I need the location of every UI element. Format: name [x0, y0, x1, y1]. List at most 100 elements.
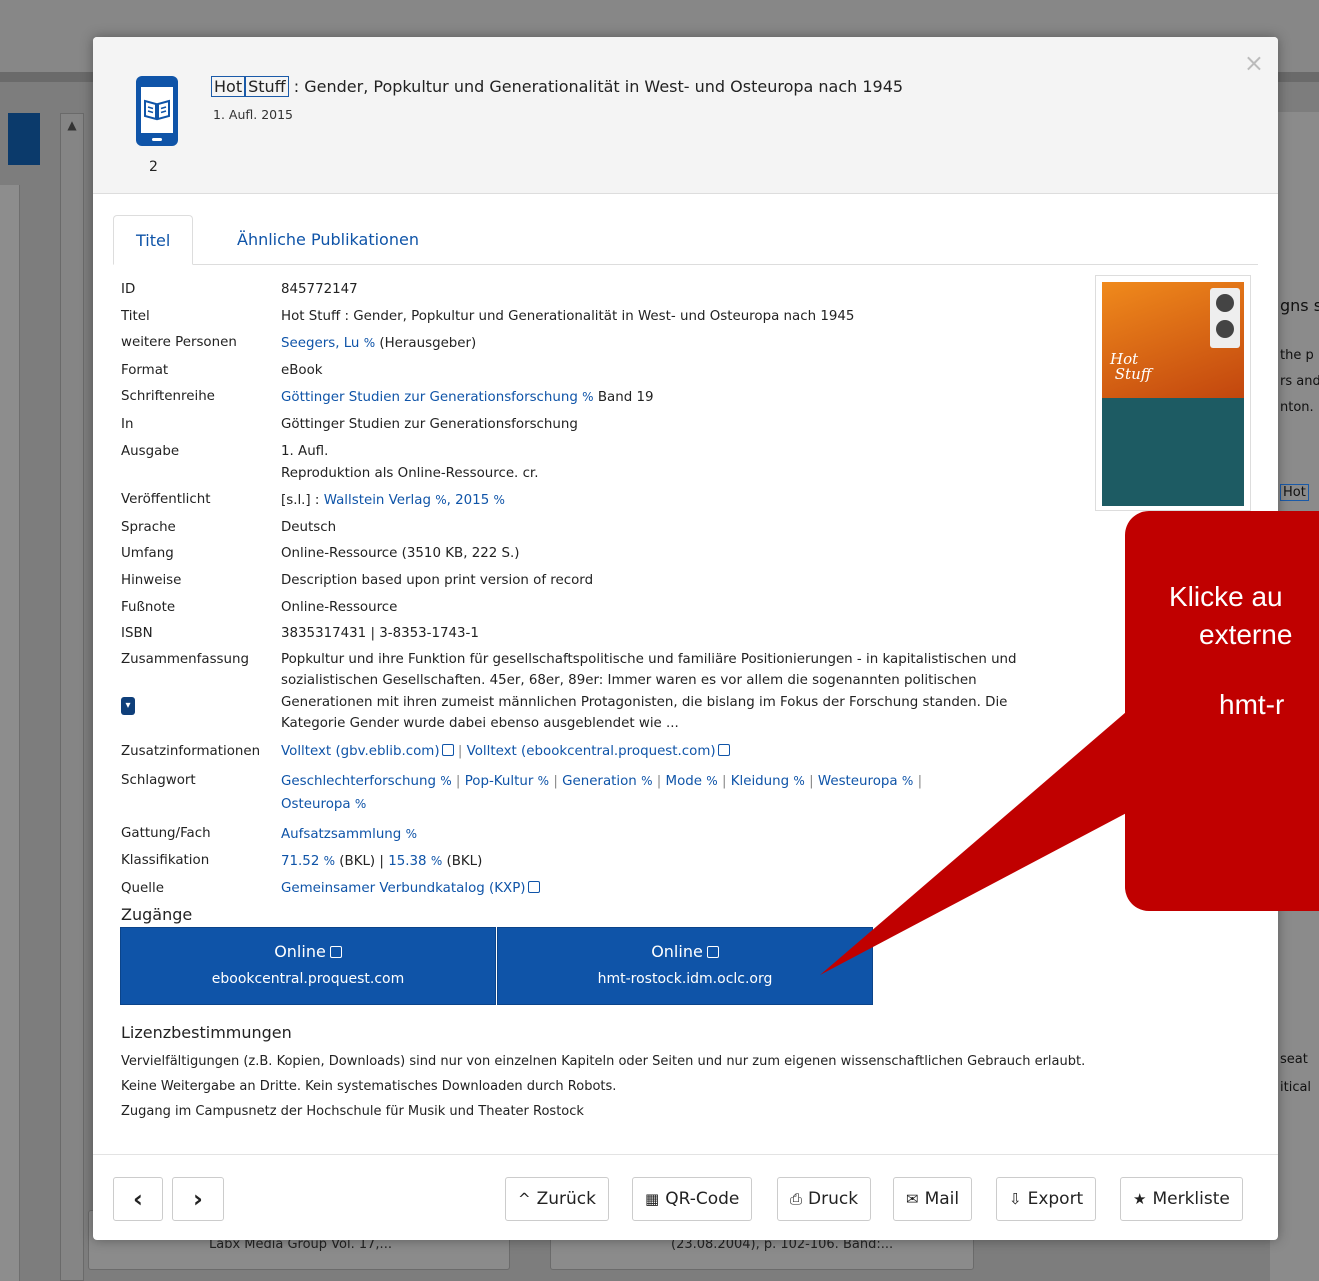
publisher-link[interactable]: Wallstein Verlag [324, 493, 431, 508]
callout-text: externe [1199, 619, 1293, 650]
subject-link[interactable]: Geschlechterforschung [281, 774, 436, 789]
subject-link[interactable]: Kleidung [731, 774, 789, 789]
chevron-up-icon: ^ [518, 1190, 531, 1208]
button-label: Druck [808, 1189, 859, 1209]
field-label: Umfang [121, 546, 174, 562]
book-cover[interactable]: Hot Stuff [1095, 275, 1251, 511]
title-highlight: Hot [211, 76, 246, 97]
field-row: Umfang Online-Ressource (3510 KB, 222 S.) [121, 545, 1081, 563]
external-link-icon [717, 744, 730, 757]
link-icon[interactable]: % [793, 774, 804, 788]
tab-titel[interactable]: Titel [113, 215, 194, 265]
license-text: Vervielfältigungen (z.B. Kopien, Downloa… [121, 1049, 1241, 1124]
speaker-illustration [1210, 288, 1240, 348]
link-icon[interactable]: % [406, 827, 417, 841]
field-value: eBook [281, 362, 323, 378]
field-label: Schlagwort [121, 772, 196, 788]
link-icon[interactable]: % [706, 774, 717, 788]
field-row: Zusatzinformationen Volltext (gbv.eblib.c… [121, 743, 1081, 761]
previous-record-button[interactable]: ‹ [113, 1177, 163, 1221]
expand-summary-button[interactable]: ▾ [121, 697, 135, 715]
source-link[interactable]: Gemeinsamer Verbundkatalog (KXP) [281, 881, 526, 896]
field-value: Description based upon print version of … [281, 572, 594, 588]
field-label: Gattung/Fach [121, 825, 211, 841]
close-icon[interactable]: × [1244, 49, 1264, 77]
export-button[interactable]: ⇩ Export [996, 1177, 1097, 1221]
link-icon[interactable]: % [440, 774, 451, 788]
record-fields: ID 845772147 Titel Hot Stuff : Gender, Pop… [121, 281, 1081, 906]
field-label: Zusatzinformationen [121, 744, 261, 760]
field-label: Zusammenfassung [121, 651, 250, 667]
background-text: gns s [1280, 296, 1319, 315]
button-label: Export [1027, 1189, 1084, 1209]
background-text: itical [1280, 1080, 1312, 1095]
classification-link[interactable]: 71.52 [281, 854, 319, 869]
license-line: Zugang im Campusnetz der Hochschule für … [121, 1104, 584, 1119]
merkliste-button[interactable]: ★ Merkliste [1120, 1177, 1243, 1221]
instruction-callout: Klicke au externe hmt-r [1125, 511, 1319, 911]
star-icon: ★ [1133, 1190, 1147, 1208]
background-sidebar [0, 185, 20, 1281]
callout-text: hmt-r [1219, 689, 1285, 720]
print-button[interactable]: ⎙ Druck [777, 1177, 872, 1221]
field-value: Reproduktion als Online-Ressource. cr. [281, 465, 539, 481]
link-icon[interactable]: % [324, 854, 335, 868]
field-row: ISBN 3835317431 | 3-8353-1743-1 [121, 625, 1081, 643]
online-access-button[interactable]: Online hmt-rostock.idm.oclc.org [497, 927, 873, 1005]
link-icon[interactable]: % [641, 774, 652, 788]
external-link-icon [527, 880, 540, 893]
year-link[interactable]: , 2015 [447, 493, 490, 508]
cover-image-top: Hot Stuff [1102, 282, 1244, 398]
button-label: QR-Code [665, 1189, 740, 1209]
background-nav-block [8, 113, 40, 165]
subject-link[interactable]: Pop-Kultur [465, 774, 534, 789]
series-link[interactable]: Göttinger Studien zur Generationsforschu… [281, 390, 578, 405]
cover-title: Hot Stuff [1110, 350, 1152, 383]
license-line: Vervielfältigungen (z.B. Kopien, Downloa… [121, 1054, 1086, 1069]
field-label: Sprache [121, 519, 176, 535]
subject-link[interactable]: Westeuropa [818, 774, 898, 789]
genre-link[interactable]: Aufsatzsammlung [281, 827, 401, 842]
next-record-button[interactable]: › [172, 1177, 224, 1221]
field-row: In Göttinger Studien zur Generationsforsc… [121, 416, 1081, 434]
title-text: : Gender, Popkultur und Generationalität… [288, 77, 904, 96]
subject-link[interactable]: Generation [562, 774, 637, 789]
online-access-button[interactable]: Online ebookcentral.proquest.com [120, 927, 496, 1005]
link-icon[interactable]: % [902, 774, 913, 788]
subject-link[interactable]: Mode [666, 774, 702, 789]
subject-link[interactable]: Osteuropa [281, 797, 351, 812]
link-icon[interactable]: % [431, 854, 442, 868]
field-row: Veröffentlicht [s.l.] : Wallstein Verlag … [121, 491, 1081, 510]
mail-button[interactable]: ✉ Mail [893, 1177, 973, 1221]
field-label: ID [121, 282, 136, 297]
record-subtitle: 1. Aufl. 2015 [213, 107, 294, 122]
classification-link[interactable]: 15.38 [388, 854, 426, 869]
background-text: Hot [1280, 484, 1309, 501]
link-icon[interactable]: % [538, 774, 549, 788]
background-text: nton. [1280, 400, 1314, 415]
fulltext-link[interactable]: Volltext (gbv.eblib.com) [281, 744, 440, 759]
link-icon[interactable]: % [493, 493, 504, 507]
link-icon[interactable]: % [582, 390, 593, 404]
printer-icon: ⎙ [790, 1190, 803, 1208]
tab-aehnliche-publikationen[interactable]: Ähnliche Publikationen [215, 215, 441, 265]
link-icon[interactable]: % [435, 493, 446, 507]
field-row: Quelle Gemeinsamer Verbundkatalog (KXP) [121, 880, 1081, 898]
envelope-icon: ✉ [906, 1190, 919, 1208]
field-value: (BKL) | [339, 854, 384, 870]
button-label: Merkliste [1152, 1189, 1230, 1209]
button-label: Mail [924, 1189, 960, 1209]
field-value: Göttinger Studien zur Generationsforschu… [281, 416, 578, 432]
fulltext-link[interactable]: Volltext (ebookcentral.proquest.com) [467, 744, 716, 759]
qr-code-button[interactable]: ▦ QR-Code [632, 1177, 753, 1221]
field-row: Klassifikation 71.52 % (BKL) | 15.38 % (B… [121, 852, 1081, 871]
field-value: Hot Stuff : Gender, Popkultur und Genera… [281, 308, 855, 324]
field-label: Schriftenreihe [121, 389, 215, 405]
link-icon[interactable]: % [364, 336, 375, 350]
modal-footer: ‹ › ^ Zurück ▦ QR-Code ⎙ Druck ✉ Mail ⇩ Expor… [93, 1154, 1278, 1240]
person-link[interactable]: Seegers, Lu [281, 336, 359, 351]
zurueck-button[interactable]: ^ Zurück [505, 1177, 609, 1221]
qr-code-icon: ▦ [645, 1190, 660, 1208]
link-icon[interactable]: % [355, 797, 366, 811]
field-row: Schriftenreihe Göttinger Studien zur Gene… [121, 388, 1081, 407]
